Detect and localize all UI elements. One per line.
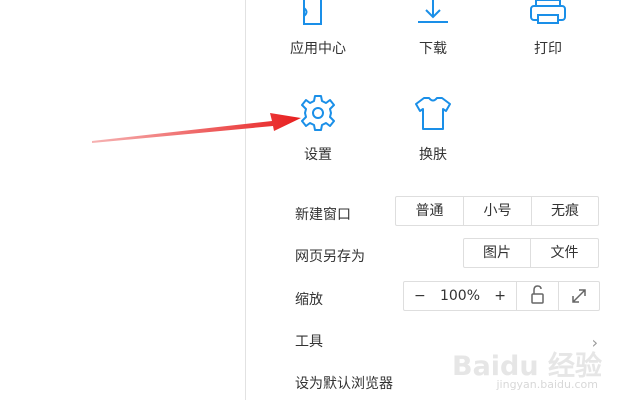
new-window-label: 新建窗口 [295,207,351,223]
app-center-icon [303,0,322,25]
print-tile[interactable]: 打印 [503,0,593,62]
save-as-options: 图片 文件 [463,238,599,268]
print-label: 打印 [534,41,562,57]
new-window-small-button[interactable]: 小号 [463,197,531,225]
watermark-url-text: jingyan.baidu.com [496,378,598,391]
save-as-image-button[interactable]: 图片 [464,239,530,267]
settings-label: 设置 [304,147,332,163]
baidu-jingyan-watermark: Baidu 经验 jingyan.baidu.com [452,344,602,394]
tshirt-icon [415,97,451,130]
download-label: 下载 [419,41,447,57]
zoom-in-button[interactable]: + [494,282,506,310]
gear-icon [301,95,335,131]
tools-menu-item[interactable]: 工具 [295,331,323,351]
settings-tile[interactable]: 设置 [273,92,363,164]
set-default-browser-item[interactable]: 设为默认浏览器 [295,373,393,393]
unlock-icon [531,285,544,304]
skin-label: 换肤 [419,147,447,163]
new-window-options: 普通 小号 无痕 [395,196,599,226]
zoom-out-button[interactable]: − [414,282,426,310]
new-window-incognito-button[interactable]: 无痕 [531,197,598,225]
zoom-value: 100% [439,288,481,304]
zoom-lock-button[interactable] [516,282,558,310]
fullscreen-button[interactable] [558,282,599,310]
skin-tile[interactable]: 换肤 [388,92,478,164]
app-center-tile[interactable]: 应用中心 [273,0,363,62]
save-as-label: 网页另存为 [295,249,365,265]
printer-icon [530,0,566,24]
zoom-stepper: − 100% + [404,282,516,310]
download-tile[interactable]: 下载 [388,0,478,62]
fullscreen-icon [572,289,586,303]
save-as-file-button[interactable]: 文件 [530,239,598,267]
zoom-controls: − 100% + [403,281,600,311]
zoom-label: 缩放 [295,292,323,308]
download-icon [418,0,448,23]
new-window-normal-button[interactable]: 普通 [396,197,463,225]
app-center-label: 应用中心 [290,41,346,57]
